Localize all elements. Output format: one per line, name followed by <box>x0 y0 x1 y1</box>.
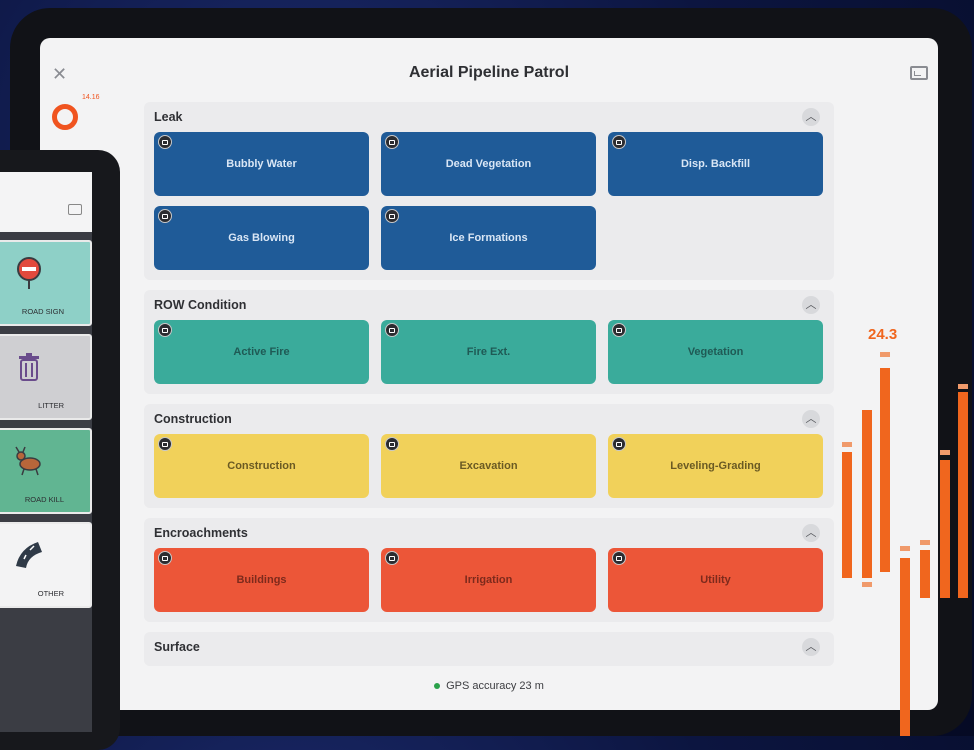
gps-status-dot-icon <box>434 683 441 690</box>
section-leak: Leak ︿ Bubbly Water Dead Vegetation Disp… <box>144 102 834 280</box>
section-title: Construction <box>154 412 232 426</box>
collapse-button[interactable]: ︿ <box>802 524 820 542</box>
tile-ice-formations[interactable]: Ice Formations <box>381 206 596 270</box>
fullscreen-icon[interactable] <box>910 66 928 80</box>
gauge-bar <box>900 558 910 736</box>
tile-buildings[interactable]: Buildings <box>154 548 369 612</box>
camera-icon[interactable] <box>158 437 172 451</box>
phone-item-other[interactable]: OTHER <box>0 522 92 608</box>
section-surface: Surface ︿ <box>144 632 834 666</box>
camera-icon[interactable] <box>612 323 626 337</box>
camera-icon[interactable] <box>385 323 399 337</box>
tile-label: Utility <box>700 574 731 586</box>
collapse-button[interactable]: ︿ <box>802 638 820 656</box>
tile-active-fire[interactable]: Active Fire <box>154 320 369 384</box>
tile-fire-ext[interactable]: Fire Ext. <box>381 320 596 384</box>
gauge-bar <box>940 460 950 598</box>
gauge-bar <box>880 368 890 572</box>
camera-icon[interactable] <box>385 135 399 149</box>
section-row-condition: ROW Condition ︿ Active Fire Fire Ext. Ve… <box>144 290 834 394</box>
trash-can-icon <box>19 353 39 381</box>
phone-item-label: ROAD SIGN <box>21 307 64 316</box>
gauge-tick <box>900 546 910 551</box>
collapse-button[interactable]: ︿ <box>802 410 820 428</box>
tile-label: Bubbly Water <box>226 158 297 170</box>
collapse-button[interactable]: ︿ <box>802 296 820 314</box>
phone-item-label: LITTER <box>38 401 64 410</box>
gauge-tick <box>920 540 930 545</box>
tile-dead-vegetation[interactable]: Dead Vegetation <box>381 132 596 196</box>
road-sign-icon <box>17 257 41 289</box>
section-title: Encroachments <box>154 526 248 540</box>
section-encroachments: Encroachments ︿ Buildings Irrigation Uti… <box>144 518 834 622</box>
gauge-tick <box>940 450 950 455</box>
tile-utility[interactable]: Utility <box>608 548 823 612</box>
camera-icon[interactable] <box>158 551 172 565</box>
tile-label: Disp. Backfill <box>680 158 751 170</box>
section-title: Leak <box>154 110 183 124</box>
tile-label: Dead Vegetation <box>445 158 532 170</box>
tile-label: Vegetation <box>687 346 744 358</box>
tile-construction[interactable]: Construction <box>154 434 369 498</box>
tile-label: Active Fire <box>233 346 290 358</box>
tablet-screen: ✕ 14.16 Aerial Pipeline Patrol Leak ︿ Bu… <box>40 38 938 710</box>
gps-status: GPS accuracy 23 m <box>40 680 938 692</box>
tile-bubbly-water[interactable]: Bubbly Water <box>154 132 369 196</box>
tile-label: Ice Formations <box>449 232 528 244</box>
logo-label: 14.16 <box>82 94 100 101</box>
section-construction: Construction ︿ Construction Excavation L… <box>144 404 834 508</box>
tile-label: Fire Ext. <box>466 346 511 358</box>
phone-item-label: OTHER <box>37 589 64 598</box>
tile-disp-backfill[interactable]: Disp. Backfill <box>608 132 823 196</box>
tile-leveling-grading[interactable]: Leveling-Grading <box>608 434 823 498</box>
gauge-bar <box>862 410 872 578</box>
camera-icon[interactable] <box>612 437 626 451</box>
phone-item-label: ROAD KILL <box>24 495 64 504</box>
phone-item-road-sign[interactable]: ROAD SIGN <box>0 240 92 326</box>
phone-frame: rter ROAD SIGN LITTER <box>0 150 120 750</box>
gauge-tick <box>880 352 890 357</box>
road-icon <box>16 542 42 568</box>
tile-irrigation[interactable]: Irrigation <box>381 548 596 612</box>
camera-icon[interactable] <box>385 437 399 451</box>
section-title: Surface <box>154 640 200 654</box>
camera-icon[interactable] <box>612 135 626 149</box>
phone-header: rter <box>0 172 92 232</box>
altitude-bar-gauge <box>830 300 974 736</box>
camera-icon[interactable] <box>158 209 172 223</box>
tile-label: Irrigation <box>464 574 513 586</box>
tile-label: Buildings <box>236 574 287 586</box>
deer-icon <box>15 446 41 476</box>
phone-item-road-kill[interactable]: ROAD KILL <box>0 428 92 514</box>
camera-icon[interactable] <box>385 209 399 223</box>
gauge-bar <box>958 392 968 598</box>
tile-excavation[interactable]: Excavation <box>381 434 596 498</box>
gauge-tick <box>862 582 872 587</box>
gauge-bar <box>920 550 930 598</box>
page-title: Aerial Pipeline Patrol <box>408 64 570 81</box>
gauge-bar <box>842 452 852 578</box>
camera-icon[interactable] <box>612 551 626 565</box>
tile-label: Construction <box>227 460 296 472</box>
camera-icon[interactable] <box>385 551 399 565</box>
tile-gas-blowing[interactable]: Gas Blowing <box>154 206 369 270</box>
gauge-tick <box>842 442 852 447</box>
tile-label: Gas Blowing <box>228 232 295 244</box>
camera-icon[interactable] <box>158 135 172 149</box>
phone-item-litter[interactable]: LITTER <box>0 334 92 420</box>
section-title: ROW Condition <box>154 298 247 312</box>
category-sections: Leak ︿ Bubbly Water Dead Vegetation Disp… <box>144 102 834 670</box>
phone-screen: rter ROAD SIGN LITTER <box>0 172 92 732</box>
fullscreen-icon[interactable] <box>68 204 82 215</box>
collapse-button[interactable]: ︿ <box>802 108 820 126</box>
tile-vegetation[interactable]: Vegetation <box>608 320 823 384</box>
gps-status-text: GPS accuracy 23 m <box>446 680 544 692</box>
gauge-tick <box>958 384 968 389</box>
camera-icon[interactable] <box>158 323 172 337</box>
tile-label: Excavation <box>459 460 518 472</box>
tile-label: Leveling-Grading <box>670 460 761 472</box>
app-logo <box>52 104 78 130</box>
